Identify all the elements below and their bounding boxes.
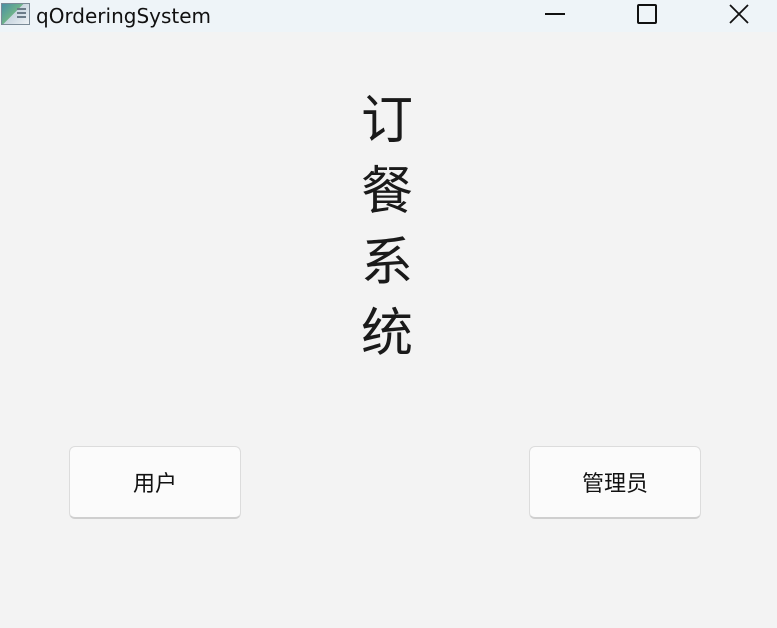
- user-button[interactable]: 用户: [69, 446, 241, 519]
- window-title: qOrderingSystem: [36, 4, 212, 28]
- main-window: qOrderingSystem 订餐系统 用户 管理员: [0, 0, 777, 628]
- headline-text: 订餐系统: [360, 91, 413, 364]
- maximize-button[interactable]: [623, 0, 669, 32]
- close-icon: [729, 4, 749, 24]
- close-button[interactable]: [716, 0, 762, 32]
- minimize-button[interactable]: [532, 0, 578, 32]
- app-headline: 订餐系统: [352, 86, 422, 376]
- app-window-icon[interactable]: [1, 3, 30, 25]
- admin-button[interactable]: 管理员: [529, 446, 701, 519]
- title-bar[interactable]: qOrderingSystem: [0, 0, 777, 32]
